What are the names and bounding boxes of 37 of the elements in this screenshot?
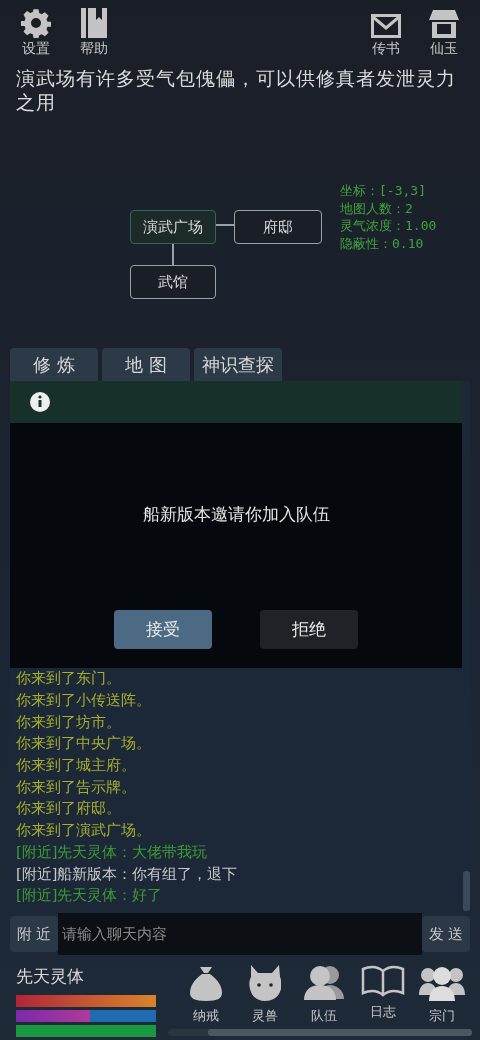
channel-button[interactable]: 附 近 bbox=[10, 916, 58, 952]
chat-message: 你来到了东门。 bbox=[16, 669, 122, 689]
map-stat: 地图人数：2 bbox=[340, 199, 414, 217]
chat-input[interactable]: 请输入聊天内容 bbox=[58, 913, 422, 955]
chat-message: [附近]船新版本：你有组了，退下 bbox=[16, 864, 239, 884]
map-node[interactable]: 府邸 bbox=[234, 210, 322, 244]
nav-button[interactable]: 灵兽 bbox=[237, 965, 292, 1040]
nav-button[interactable]: 日志 bbox=[356, 965, 411, 1040]
chat-message: [附近]先天灵体：好了 bbox=[16, 886, 164, 906]
chat-message: 你来到了小传送阵。 bbox=[16, 690, 152, 710]
dialog-message: 船新版本邀请你加入队伍 bbox=[142, 503, 330, 526]
tab[interactable]: 修 炼 bbox=[10, 348, 98, 381]
player-name: 先天灵体 bbox=[16, 965, 85, 988]
nav-button[interactable]: 纳戒 bbox=[178, 965, 233, 1040]
tab[interactable]: 神识查探 bbox=[194, 348, 282, 381]
tab[interactable]: 地 图 bbox=[102, 348, 190, 381]
map-stat: 坐标：[-3,3] bbox=[340, 182, 427, 200]
map-node[interactable]: 演武广场 bbox=[130, 210, 216, 244]
send-button[interactable]: 发 送 bbox=[422, 916, 470, 952]
chat-message: 你来到了府邸。 bbox=[16, 799, 122, 819]
dialog-button[interactable]: 拒绝 bbox=[260, 610, 358, 649]
map-node[interactable]: 武馆 bbox=[130, 265, 216, 299]
nav-button[interactable]: 宗门 bbox=[415, 965, 470, 1040]
location-description: 演武场有许多受气包傀儡，可以供修真者发泄灵力之用 bbox=[15, 66, 457, 115]
chat-message: [附近]先天灵体：大佬带我玩 bbox=[16, 842, 209, 862]
map-stat: 隐蔽性：0.10 bbox=[340, 234, 425, 252]
map-stat: 灵气浓度：1.00 bbox=[340, 217, 437, 235]
chat-message: 你来到了告示牌。 bbox=[16, 777, 137, 797]
chat-message: 你来到了城主府。 bbox=[16, 756, 137, 776]
chat-message: 你来到了中央广场。 bbox=[16, 734, 152, 754]
toolbar-button[interactable]: 传书 bbox=[360, 14, 412, 58]
chat-message: 你来到了坊市。 bbox=[16, 712, 122, 732]
toolbar-button[interactable]: 设置 bbox=[10, 8, 62, 58]
toolbar-button[interactable]: 仙玉 bbox=[418, 10, 470, 58]
chat-message: 你来到了演武广场。 bbox=[16, 821, 152, 841]
toolbar-button[interactable]: 帮助 bbox=[68, 8, 120, 58]
dialog-button[interactable]: 接受 bbox=[114, 610, 212, 649]
